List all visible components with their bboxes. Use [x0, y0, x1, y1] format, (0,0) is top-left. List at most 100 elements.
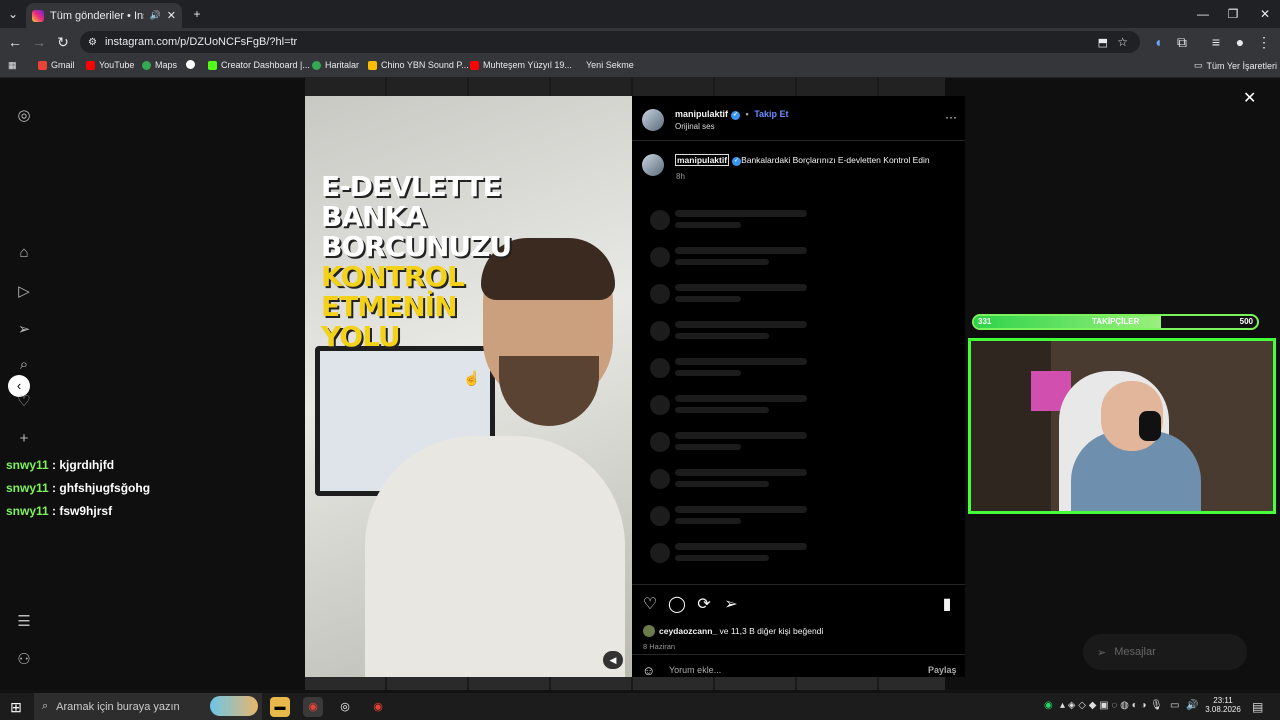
skeleton-avatar — [650, 247, 670, 267]
bookmark-muhtesem[interactable]: Muhteşem Yüzyıl 19... — [470, 60, 572, 70]
forward-icon[interactable]: → — [29, 32, 49, 52]
file-explorer-icon[interactable]: ▬ — [270, 697, 290, 717]
bookmark-yeni-sekme[interactable]: Yeni Sekme — [586, 60, 634, 70]
media-icon[interactable]: ≡ — [1206, 32, 1226, 52]
more-menu-icon[interactable]: ☰ — [14, 612, 34, 632]
follower-goal: 500 — [1239, 317, 1253, 326]
drive-icon — [368, 60, 377, 70]
site-info-icon[interactable]: ⚙ — [88, 37, 97, 48]
whatsapp-icon[interactable]: ◉ — [1044, 700, 1053, 711]
taskbar-search[interactable]: ⌕ Aramak için buraya yazın — [34, 693, 262, 720]
address-bar[interactable]: ⚙ instagram.com/p/DZUoNCFsFgB/?hl=tr ⬒ ☆ — [80, 31, 1140, 53]
skeleton-avatar — [650, 506, 670, 526]
instagram-logo-icon[interactable]: ◎ — [14, 106, 34, 126]
reel-video[interactable]: E-DEVLETTE BANKA BORCUNUZU KONTROL ETMEN… — [305, 96, 632, 677]
window-close-icon[interactable]: ✕ — [1250, 4, 1280, 24]
audio-icon[interactable]: 🔊 — [150, 10, 161, 21]
person-beard-image — [499, 356, 599, 426]
menu-dots-icon[interactable]: ⋮ — [1254, 32, 1274, 52]
windows-start-icon[interactable]: ⊞ — [6, 697, 26, 717]
caption-avatar[interactable] — [642, 154, 664, 176]
original-audio-link[interactable]: Orijinal ses — [675, 122, 715, 131]
search-icon[interactable]: ⌕ — [14, 356, 34, 376]
microphone-icon[interactable]: 🎙 — [1150, 700, 1163, 711]
bookmark-creator-dashboard[interactable]: Creator Dashboard |... — [208, 60, 310, 70]
emoji-icon[interactable]: ☺ — [642, 663, 655, 678]
follower-count: 331 — [978, 317, 992, 326]
bookmark-gmail[interactable]: Gmail — [38, 60, 75, 70]
chat-user: snwy11 — [6, 458, 49, 472]
likes-summary[interactable]: ceydaozcann_ ve 11,3 B diğer kişi beğend… — [659, 626, 823, 636]
comment-input[interactable]: Yorum ekle... — [669, 665, 721, 675]
obs-icon[interactable]: ◎ — [335, 697, 355, 717]
save-bookmark-icon[interactable]: ▮ — [938, 596, 956, 614]
skeleton-line — [675, 222, 741, 228]
chat-user: snwy11 — [6, 481, 49, 495]
tray-icons[interactable]: ▴ ◈ ◇ ◆ ▣ ◌ ◍ ◐ ◑ — [1060, 700, 1147, 711]
network-icon[interactable]: ▭ — [1170, 700, 1179, 711]
liker-avatar[interactable] — [643, 625, 655, 637]
comment-icon[interactable]: ◯ — [668, 596, 686, 614]
bookmark-label: Maps — [155, 60, 178, 70]
bookmark-maps[interactable]: Maps — [142, 60, 177, 70]
like-heart-icon[interactable]: ♡ — [641, 596, 659, 614]
bookmark-label: Creator Dashboard |... — [221, 60, 310, 70]
profile-avatar[interactable]: ● — [1230, 32, 1250, 52]
minimize-icon[interactable]: — — [1188, 4, 1218, 24]
more-options-icon[interactable]: ··· — [945, 110, 957, 124]
restore-icon[interactable]: ❐ — [1218, 4, 1248, 24]
follow-button[interactable]: Takip Et — [754, 109, 788, 119]
install-app-icon[interactable]: ⬒ — [1098, 36, 1108, 49]
extension-icon[interactable]: ◖ — [1148, 32, 1168, 52]
post-comment-button[interactable]: Paylaş — [928, 665, 957, 675]
chrome-profile-icon[interactable]: ◉ — [368, 697, 388, 717]
tab-instagram[interactable]: Tüm gönderiler • Instagram 🔊 ✕ — [26, 3, 182, 28]
tab-close-icon[interactable]: ✕ — [167, 9, 176, 22]
notifications-heart-icon[interactable]: ♡ — [14, 392, 34, 412]
kick-icon — [208, 60, 217, 70]
maps-icon — [142, 60, 151, 70]
mute-icon[interactable]: ◀ — [603, 651, 623, 669]
notifications-icon[interactable]: ▤ — [1252, 700, 1263, 714]
caption-username[interactable]: manipulaktif — [675, 154, 730, 166]
extensions-puzzle-icon[interactable]: ⧉ — [1172, 32, 1192, 52]
chrome-icon[interactable]: ◉ — [303, 697, 323, 717]
close-modal-icon[interactable]: ✕ — [1243, 88, 1256, 108]
new-tab-icon[interactable]: + — [182, 4, 212, 24]
bookmarks-bar: ▦ Gmail YouTube Maps Creator Dashboard |… — [0, 56, 1280, 78]
author-avatar[interactable] — [642, 109, 664, 131]
direct-icon[interactable]: ➢ — [14, 320, 34, 340]
volume-icon[interactable]: 🔊 — [1186, 700, 1198, 711]
share-icon[interactable]: ➢ — [722, 596, 740, 614]
bookmark-star-icon[interactable]: ☆ — [1117, 35, 1128, 49]
apps-grid-icon[interactable]: ▦ — [8, 60, 17, 71]
back-icon[interactable]: ← — [5, 32, 25, 52]
clock[interactable]: 23:11 3.08.2026 — [1205, 696, 1241, 714]
video-text-line: YOLU — [321, 320, 401, 353]
webcam-microphone-image — [1139, 411, 1161, 441]
mouse-cursor-icon: ☝ — [463, 370, 481, 386]
reload-icon[interactable]: ↻ — [53, 32, 73, 52]
skeleton-line — [675, 210, 807, 217]
messages-button[interactable]: ➢ Mesajlar — [1083, 634, 1247, 670]
folder-icon: ▭ — [1194, 60, 1203, 70]
post-date: 8 Haziran — [643, 642, 676, 651]
tab-search-icon[interactable]: ⌄ — [2, 4, 24, 24]
skeleton-line — [675, 543, 807, 550]
home-icon[interactable]: ⌂ — [14, 244, 34, 264]
bookmark-youtube[interactable]: YouTube — [86, 60, 134, 70]
repost-icon[interactable]: ⟳ — [695, 596, 713, 614]
create-plus-icon[interactable]: + — [14, 430, 34, 450]
verified-badge-icon: ✓ — [731, 111, 741, 120]
bookmark-chino[interactable]: Chino YBN Sound P... — [368, 60, 469, 70]
meta-icon[interactable]: ⚇ — [14, 650, 34, 670]
bookmark-google[interactable] — [186, 60, 199, 69]
reels-icon[interactable]: ▷ — [14, 282, 34, 302]
google-icon — [186, 60, 195, 69]
bookmark-haritalar[interactable]: Haritalar — [312, 60, 359, 70]
all-bookmarks[interactable]: ▭ Tüm Yer İşaretleri — [1194, 60, 1277, 71]
skeleton-line — [675, 321, 807, 328]
author-username[interactable]: manipulaktif — [675, 109, 728, 119]
liker-username[interactable]: ceydaozcann_ — [659, 626, 717, 636]
windows-taskbar: ⊞ ⌕ Aramak için buraya yazın ▬ ◉ ◎ ◉ ◉ ▴… — [0, 693, 1280, 720]
